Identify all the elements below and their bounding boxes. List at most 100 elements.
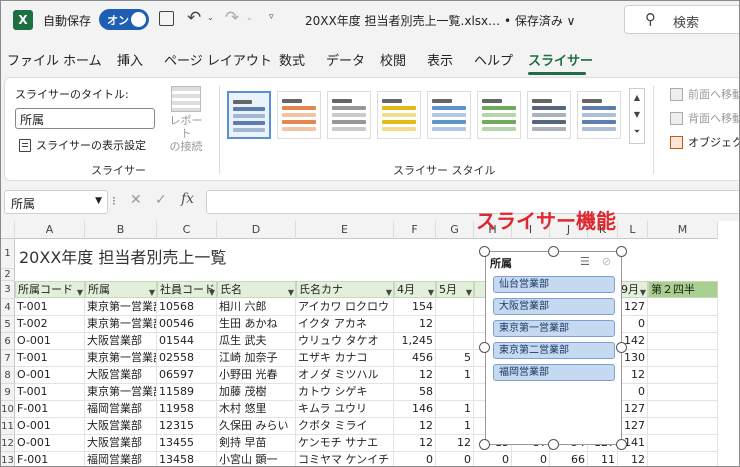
table-cell[interactable]: 福岡営業部 xyxy=(85,452,157,466)
gallery-scroll[interactable]: ▲ ▼ ⏷ xyxy=(629,88,645,144)
column-header[interactable]: G xyxy=(436,221,474,239)
tab-page-layout[interactable]: ページ レイアウト xyxy=(164,50,272,69)
table-cell[interactable]: 福岡営業部 xyxy=(85,401,157,418)
table-cell[interactable]: 12 xyxy=(618,452,648,466)
undo-icon[interactable]: ↶ xyxy=(187,8,201,28)
row-header[interactable]: 5 xyxy=(1,316,15,333)
slicer-style-option[interactable] xyxy=(527,91,571,139)
table-cell[interactable] xyxy=(648,299,718,316)
table-header-cell[interactable]: 4月 ▼ xyxy=(394,281,436,298)
table-cell[interactable]: 東京第一営業部 xyxy=(85,299,157,316)
enter-icon[interactable]: ✓ xyxy=(155,192,167,208)
row-header[interactable]: 1 xyxy=(1,239,15,269)
row-header[interactable]: 2 xyxy=(1,269,15,281)
more-options-icon[interactable]: ⁝ xyxy=(112,194,116,208)
table-cell[interactable]: 久保田 みらい xyxy=(217,418,296,435)
table-cell[interactable]: 12 xyxy=(394,418,436,435)
table-cell[interactable]: 1 xyxy=(436,367,474,384)
table-cell[interactable]: 10568 xyxy=(157,299,217,316)
table-cell[interactable]: 1 xyxy=(436,418,474,435)
table-cell[interactable]: O-001 xyxy=(15,333,85,350)
filter-dropdown-icon[interactable]: ▼ xyxy=(209,285,215,297)
tab-home[interactable]: ホーム xyxy=(63,50,102,69)
table-cell[interactable]: 146 xyxy=(394,401,436,418)
table-cell[interactable] xyxy=(648,350,718,367)
slicer-item[interactable]: 大阪営業部 xyxy=(493,298,615,315)
chevron-up-icon[interactable]: ▲ xyxy=(630,89,644,106)
resize-handle[interactable] xyxy=(548,439,559,450)
table-cell[interactable]: 東京第一営業部 xyxy=(85,384,157,401)
slicer-style-option[interactable] xyxy=(477,91,521,139)
table-cell[interactable]: T-001 xyxy=(15,384,85,401)
table-cell[interactable] xyxy=(648,367,718,384)
column-header[interactable]: F xyxy=(394,221,436,239)
column-header[interactable]: L xyxy=(618,221,648,239)
table-cell[interactable]: オノダ ミツハル xyxy=(296,367,394,384)
table-cell[interactable]: 01544 xyxy=(157,333,217,350)
cancel-icon[interactable]: ✕ xyxy=(130,192,142,208)
tab-insert[interactable]: 挿入 xyxy=(117,50,143,69)
report-connections-button[interactable]: レポート の接続 xyxy=(168,86,204,153)
table-cell[interactable]: 456 xyxy=(394,350,436,367)
filter-dropdown-icon[interactable]: ▼ xyxy=(386,285,392,297)
table-cell[interactable]: 12 xyxy=(618,367,648,384)
clear-filter-icon[interactable]: ⊘ xyxy=(602,255,611,268)
filter-dropdown-icon[interactable]: ▼ xyxy=(288,285,294,297)
row-header[interactable]: 6 xyxy=(1,333,15,350)
table-cell[interactable]: O-001 xyxy=(15,418,85,435)
table-cell[interactable]: 12315 xyxy=(157,418,217,435)
selection-pane-button[interactable]: オブジェクト xyxy=(670,134,739,150)
tab-formulas[interactable]: 数式 xyxy=(279,50,305,69)
multi-select-icon[interactable]: ☰ xyxy=(580,255,590,268)
document-title[interactable]: 20XX年度 担当者別売上一覧.xlsx… • 保存済み ∨ xyxy=(305,12,575,29)
row-header[interactable]: 4 xyxy=(1,299,15,316)
table-cell[interactable] xyxy=(436,384,474,401)
tab-data[interactable]: データ xyxy=(326,50,365,69)
table-cell[interactable]: O-001 xyxy=(15,367,85,384)
table-cell[interactable]: 06597 xyxy=(157,367,217,384)
table-cell[interactable]: 02558 xyxy=(157,350,217,367)
worksheet-grid[interactable]: 20XX年度 担当者別売上一覧 A B C D E F G H I J K L M 1 2 3 4 5 6 7 8 9 10… xyxy=(1,221,739,466)
table-cell[interactable]: 127 xyxy=(618,418,648,435)
table-header-cell[interactable]: 氏名カナ ▼ xyxy=(296,281,394,298)
table-header-cell[interactable]: 5月 ▼ xyxy=(436,281,474,298)
table-cell[interactable]: 0 xyxy=(512,452,550,466)
table-cell[interactable]: 東京第一営業部 xyxy=(85,316,157,333)
table-cell[interactable]: 0 xyxy=(618,316,648,333)
slicer-panel[interactable]: 所属 ☰ ⊘ 仙台営業部 大阪営業部 東京第一営業部 東京第二営業部 福岡営業部 xyxy=(485,251,622,445)
table-cell[interactable]: 58 xyxy=(394,384,436,401)
resize-handle[interactable] xyxy=(479,246,490,257)
table-header-cell[interactable]: 所属コード ▼ xyxy=(15,281,85,298)
table-cell[interactable]: 小宮山 顕一 xyxy=(217,452,296,466)
table-cell[interactable]: 12 xyxy=(394,316,436,333)
slicer-style-option[interactable] xyxy=(227,91,271,139)
table-header-cell[interactable]: 社員コード ▼ xyxy=(157,281,217,298)
table-header-cell[interactable]: 所属 ▼ xyxy=(85,281,157,298)
table-cell[interactable]: 127 xyxy=(618,401,648,418)
slicer-style-option[interactable] xyxy=(377,91,421,139)
select-all-corner[interactable] xyxy=(1,221,15,239)
customize-qat-icon[interactable]: ▿ xyxy=(269,12,274,22)
table-cell[interactable]: F-001 xyxy=(15,452,85,466)
table-cell[interactable]: T-001 xyxy=(15,350,85,367)
filter-dropdown-icon[interactable]: ▼ xyxy=(77,285,83,297)
sheet-title-cell[interactable]: 20XX年度 担当者別売上一覧 xyxy=(19,244,226,268)
chevron-down-icon[interactable]: ⌄ xyxy=(207,13,214,22)
table-cell[interactable]: 0 xyxy=(618,384,648,401)
table-cell[interactable]: 66 xyxy=(550,452,588,466)
table-cell[interactable]: コミヤマ ケンイチ xyxy=(296,452,394,466)
column-header[interactable]: C xyxy=(157,221,217,239)
table-cell[interactable]: 12 xyxy=(394,367,436,384)
table-cell[interactable]: 木村 悠里 xyxy=(217,401,296,418)
table-cell[interactable]: 5 xyxy=(436,350,474,367)
table-cell[interactable]: 13455 xyxy=(157,435,217,452)
chevron-down-icon[interactable]: ⌄ xyxy=(246,13,253,22)
table-cell[interactable]: 11958 xyxy=(157,401,217,418)
table-cell[interactable]: 1,245 xyxy=(394,333,436,350)
table-cell[interactable]: 11589 xyxy=(157,384,217,401)
tab-view[interactable]: 表示 xyxy=(427,50,453,69)
table-cell[interactable]: ウリュウ タケオ xyxy=(296,333,394,350)
table-cell[interactable]: 11 xyxy=(588,452,618,466)
save-icon[interactable] xyxy=(159,11,174,26)
resize-handle[interactable] xyxy=(616,439,627,450)
